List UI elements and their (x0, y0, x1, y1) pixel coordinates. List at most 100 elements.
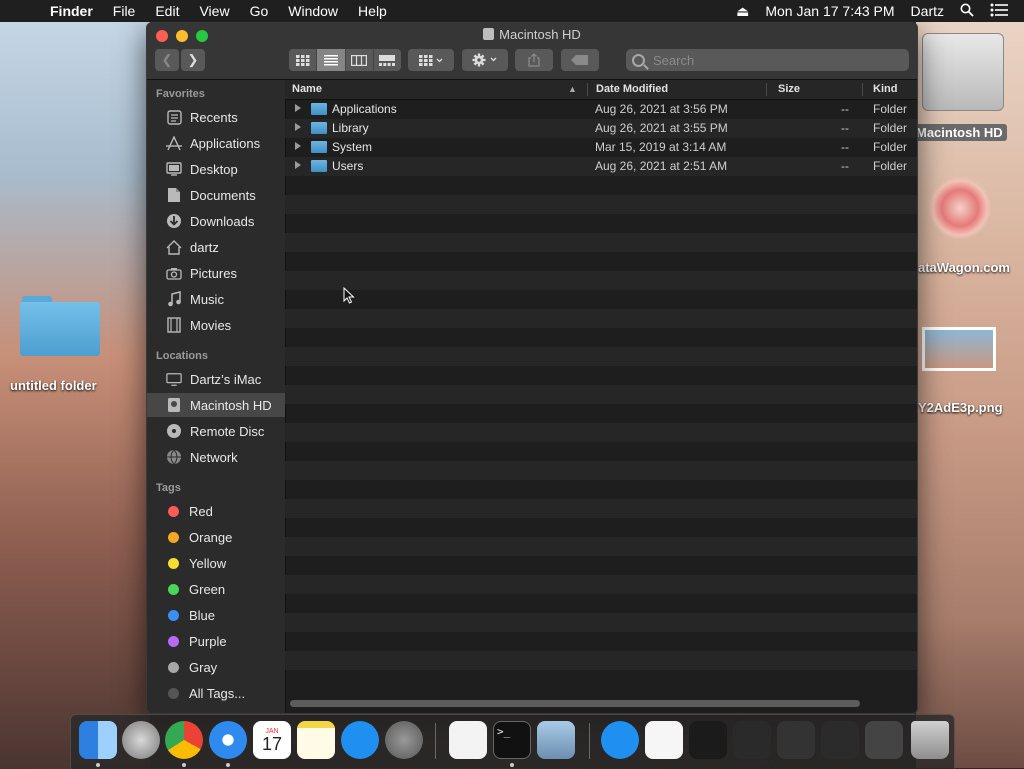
sidebar-tag-red[interactable]: Red (147, 499, 285, 523)
menu-file[interactable]: File (113, 3, 136, 19)
dock-window-thumbnail-icon[interactable] (865, 721, 903, 759)
table-row[interactable]: System Mar 15, 2019 at 3:14 AM -- Folder (285, 138, 917, 157)
back-button[interactable]: ❮ (155, 49, 179, 71)
search-field[interactable] (626, 49, 909, 71)
spotlight-icon[interactable] (960, 3, 974, 20)
forward-button[interactable]: ❯ (181, 49, 205, 71)
menu-app-finder[interactable]: Finder (50, 3, 93, 19)
sidebar-item-pictures[interactable]: Pictures (147, 261, 285, 285)
icon-view-button[interactable] (289, 49, 318, 71)
eject-icon[interactable]: ⏏ (736, 3, 749, 20)
disclosure-triangle-icon[interactable] (295, 142, 301, 150)
horizontal-scrollbar[interactable] (290, 700, 860, 707)
sidebar-item-applications[interactable]: Applications (147, 131, 285, 155)
harddrive-icon (166, 397, 182, 413)
desktop-folder-icon[interactable] (20, 296, 102, 358)
dock-system-preferences-icon[interactable] (385, 721, 423, 759)
table-row[interactable]: Applications Aug 26, 2021 at 3:56 PM -- … (285, 100, 917, 119)
column-divider[interactable] (587, 83, 588, 96)
menu-edit[interactable]: Edit (155, 3, 179, 19)
tag-button[interactable] (561, 49, 599, 71)
column-view-button[interactable] (346, 49, 374, 71)
dock-calendar-icon[interactable]: JAN 17 (253, 721, 291, 759)
desktop-harddrive-label[interactable]: Macintosh HD (912, 124, 1007, 141)
empty-row (285, 575, 917, 594)
dock-notes-icon[interactable] (297, 721, 335, 759)
tag-color-dot (168, 635, 179, 647)
empty-row (285, 404, 917, 423)
column-divider[interactable] (766, 83, 767, 96)
dock-appstore-icon[interactable] (341, 721, 379, 759)
sidebar-item-music[interactable]: Music (147, 287, 285, 311)
dock-document-icon[interactable] (645, 721, 683, 759)
sidebar-tag-yellow[interactable]: Yellow (147, 551, 285, 575)
dock-chrome-icon[interactable] (165, 721, 203, 759)
dock-terminal-icon[interactable]: >_ (493, 721, 531, 759)
menubar-clock[interactable]: Mon Jan 17 7:43 PM (765, 3, 894, 19)
menu-help[interactable]: Help (358, 3, 387, 19)
sidebar-item-remote-disc[interactable]: Remote Disc (147, 419, 285, 443)
camera-icon (166, 265, 182, 281)
desktop-harddrive-icon[interactable] (922, 33, 1004, 111)
menu-window[interactable]: Window (288, 3, 338, 19)
running-indicator (96, 763, 100, 767)
column-divider[interactable] (862, 83, 863, 96)
action-button[interactable] (462, 49, 508, 71)
dock-window-thumbnail-icon[interactable] (777, 721, 815, 759)
sidebar-tag-blue[interactable]: Blue (147, 603, 285, 627)
sidebar-item-imac[interactable]: Dartz’s iMac (147, 367, 285, 391)
file-rows: Applications Aug 26, 2021 at 3:56 PM -- … (285, 100, 917, 700)
sidebar-item-movies[interactable]: Movies (147, 313, 285, 337)
dock-safari-icon[interactable] (209, 721, 247, 759)
dock-appstore-installer-icon[interactable] (601, 721, 639, 759)
sidebar-item-desktop[interactable]: Desktop (147, 157, 285, 181)
disclosure-triangle-icon[interactable] (295, 161, 301, 169)
sidebar-tag-orange[interactable]: Orange (147, 525, 285, 549)
sidebar-tag-gray[interactable]: Gray (147, 655, 285, 679)
sidebar-item-documents[interactable]: Documents (147, 183, 285, 207)
dock-preview-icon[interactable] (537, 721, 575, 759)
disclosure-triangle-icon[interactable] (295, 123, 301, 131)
dock-window-thumbnail-icon[interactable] (821, 721, 859, 759)
sidebar-item-label: Green (189, 581, 226, 597)
sidebar-item-recents[interactable]: Recents (147, 105, 285, 129)
documents-icon (166, 187, 182, 203)
search-input[interactable] (651, 51, 895, 69)
sidebar-item-macintosh-hd[interactable]: Macintosh HD (147, 393, 285, 417)
dock-window-thumbnail-icon[interactable] (689, 721, 727, 759)
table-row[interactable]: Library Aug 26, 2021 at 3:55 PM -- Folde… (285, 119, 917, 138)
desktop-datawagon-label[interactable]: ataWagon.com (918, 260, 1010, 275)
desktop-png-label[interactable]: Y2AdE3p.png (918, 400, 1003, 415)
sidebar-tag-purple[interactable]: Purple (147, 629, 285, 653)
sidebar-tag-green[interactable]: Green (147, 577, 285, 601)
harddrive-icon (483, 28, 495, 40)
sidebar-item-dartz[interactable]: dartz (147, 235, 285, 259)
gallery-view-button[interactable] (374, 49, 401, 71)
menubar-user[interactable]: Dartz (911, 3, 944, 19)
desktop-folder-label[interactable]: untitled folder (10, 378, 97, 393)
notification-center-icon[interactable] (990, 3, 1008, 20)
column-header-date[interactable]: Date Modified (596, 83, 668, 95)
column-header-name[interactable]: Name (292, 83, 322, 95)
list-view-button[interactable] (317, 49, 346, 71)
dock-window-thumbnail-icon[interactable] (733, 721, 771, 759)
share-button[interactable] (515, 49, 553, 71)
sidebar-item-label: All Tags... (189, 685, 246, 701)
column-header-kind[interactable]: Kind (873, 83, 897, 95)
sidebar-item-downloads[interactable]: Downloads (147, 209, 285, 233)
dock-textedit-icon[interactable] (449, 721, 487, 759)
menu-go[interactable]: Go (250, 3, 269, 19)
dock-finder-icon[interactable] (79, 721, 117, 759)
sidebar-item-network[interactable]: Network (147, 445, 285, 469)
menu-view[interactable]: View (199, 3, 229, 19)
group-by-button[interactable] (408, 49, 454, 71)
column-header-size[interactable]: Size (778, 83, 800, 95)
sidebar-tag-all[interactable]: All Tags... (147, 681, 285, 705)
disclosure-triangle-icon[interactable] (295, 104, 301, 112)
file-kind: Folder (873, 140, 908, 154)
table-row[interactable]: Users Aug 26, 2021 at 2:51 AM -- Folder (285, 157, 917, 176)
dock-launchpad-icon[interactable] (122, 721, 160, 759)
dock-trash-icon[interactable] (911, 721, 949, 759)
desktop-datawagon-icon[interactable] (928, 176, 992, 240)
desktop-png-thumbnail[interactable] (922, 327, 996, 371)
